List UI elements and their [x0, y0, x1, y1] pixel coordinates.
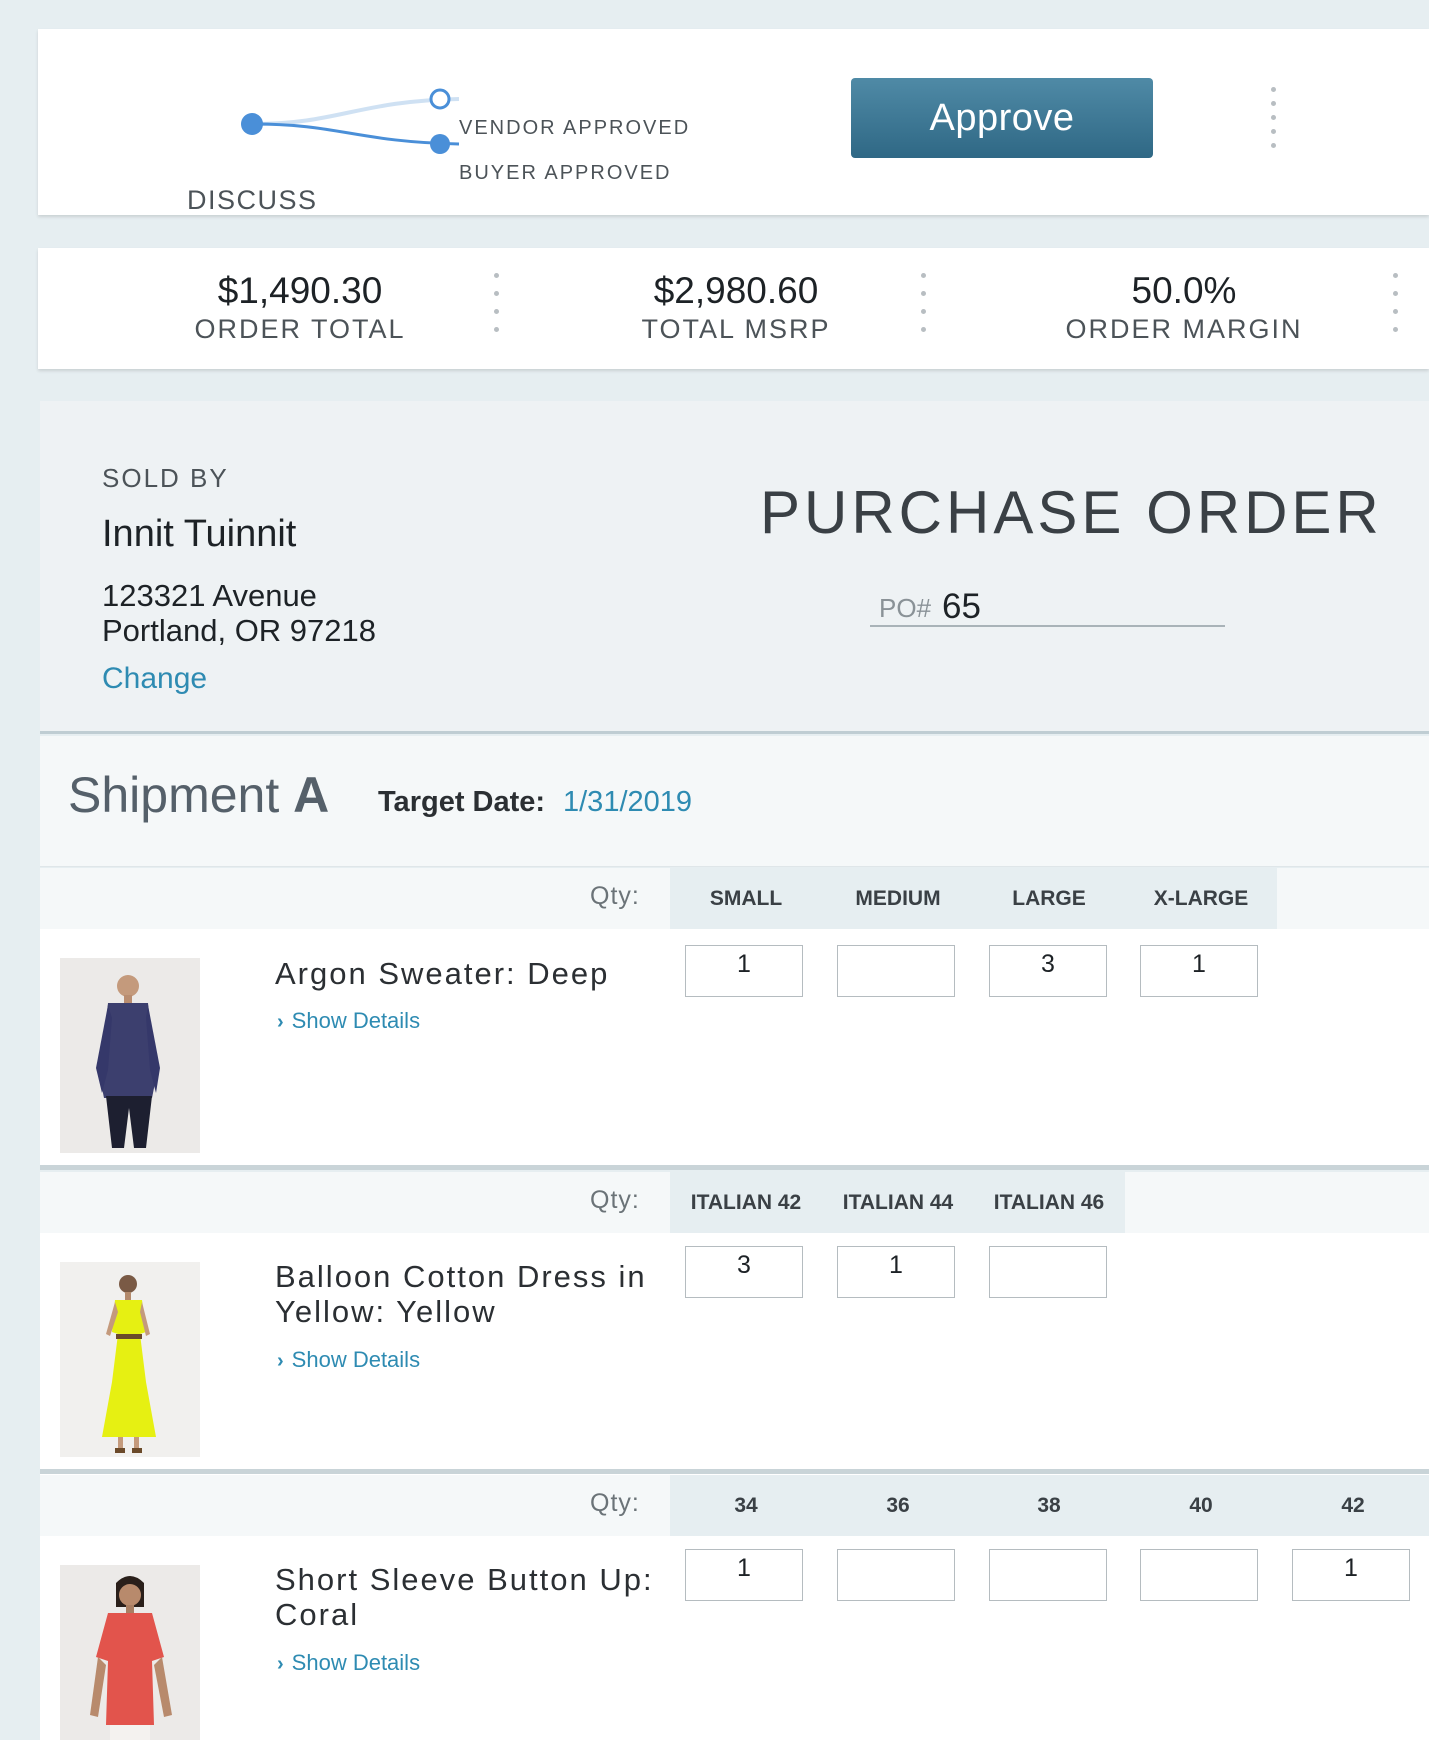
- size-label: ITALIAN 44: [842, 1191, 954, 1214]
- size-label: X-LARGE: [1153, 887, 1249, 910]
- approve-button[interactable]: Approve: [851, 78, 1153, 158]
- size-header: ITALIAN 42 ITALIAN 44 ITALIAN 46: [670, 1172, 1125, 1233]
- product-image[interactable]: [60, 1262, 200, 1457]
- discuss-node: [241, 113, 263, 135]
- qty-label: Qty:: [590, 1186, 640, 1214]
- total-msrp-caption: TOTAL MSRP: [641, 314, 831, 344]
- size-label: 36: [886, 1494, 910, 1517]
- size-header-row: Qty: SMALL MEDIUM LARGE X-LARGE: [40, 868, 1429, 929]
- address-line-2: Portland, OR 97218: [102, 613, 377, 648]
- qty-input-italian-42[interactable]: [685, 1246, 803, 1298]
- qty-label: Qty:: [590, 882, 640, 910]
- show-details-link[interactable]: › Show Details: [277, 1008, 420, 1034]
- total-msrp: $2,980.60 TOTAL MSRP: [526, 268, 946, 344]
- qty-input-italian-44[interactable]: [837, 1246, 955, 1298]
- size-label: 38: [1037, 1494, 1061, 1517]
- order-total-caption: ORDER TOTAL: [194, 314, 406, 344]
- chevron-right-icon: ›: [277, 1011, 284, 1033]
- total-msrp-amount: $2,980.60: [653, 270, 819, 311]
- buyer-approved-label: BUYER APPROVED: [459, 162, 672, 184]
- order-total: $1,490.30 ORDER TOTAL: [90, 268, 510, 344]
- size-label: ITALIAN 46: [993, 1191, 1105, 1214]
- qty-label: Qty:: [590, 1489, 640, 1517]
- product-name: Balloon Cotton Dress in Yellow: Yellow: [275, 1259, 647, 1329]
- po-number-field[interactable]: PO# 65: [870, 585, 1225, 627]
- page-title: PURCHASE ORDER: [760, 479, 1383, 546]
- size-label: LARGE: [1012, 887, 1086, 910]
- address-line-1: 123321 Avenue: [102, 578, 317, 613]
- size-label: 34: [734, 1494, 758, 1517]
- shipment-letter: A: [293, 767, 330, 823]
- order-margin-caption: ORDER MARGIN: [1065, 314, 1303, 344]
- product-name-line-2: Yellow: Yellow: [275, 1294, 497, 1329]
- divider: [1393, 273, 1398, 345]
- product-image[interactable]: [60, 958, 200, 1153]
- order-margin-amount: 50.0%: [1131, 270, 1237, 311]
- show-details-label: Show Details: [291, 1008, 421, 1033]
- show-details-label: Show Details: [291, 1347, 421, 1372]
- product-row: Qty: SMALL MEDIUM LARGE X-LARGE Argon Sw…: [40, 868, 1429, 1170]
- target-date-label: Target Date:: [378, 786, 546, 818]
- change-address-link[interactable]: Change: [102, 662, 207, 696]
- discuss-label: DISCUSS: [187, 185, 318, 215]
- buyer-approved-node: [430, 134, 450, 154]
- show-details-label: Show Details: [291, 1650, 421, 1675]
- vendor-approved-label: VENDOR APPROVED: [459, 117, 691, 139]
- row-divider: [40, 1165, 1429, 1170]
- order-totals-card: $1,490.30 ORDER TOTAL $2,980.60 TOTAL MS…: [38, 248, 1429, 369]
- approval-status-card: DISCUSS VENDOR APPROVED BUYER APPROVED A…: [38, 29, 1429, 215]
- show-details-link[interactable]: › Show Details: [277, 1347, 420, 1373]
- more-options-icon[interactable]: [1271, 87, 1279, 157]
- shipment-title-prefix: Shipment: [68, 767, 280, 823]
- shipment-header: Shipment A Target Date: 1/31/2019: [40, 736, 1429, 867]
- shipment-title: Shipment A: [68, 766, 329, 824]
- po-number-label: PO#: [879, 593, 932, 623]
- chevron-right-icon: ›: [277, 1350, 284, 1372]
- row-divider: [40, 1469, 1429, 1474]
- chevron-right-icon: ›: [277, 1653, 284, 1675]
- product-row: Qty: ITALIAN 42 ITALIAN 44 ITALIAN 46 Ba…: [40, 1172, 1429, 1475]
- sold-by-label: SOLD BY: [102, 463, 229, 493]
- order-total-amount: $1,490.30: [217, 270, 383, 311]
- divider: [494, 273, 499, 345]
- product-name-line-1: Balloon Cotton Dress in: [275, 1259, 647, 1294]
- qty-input-medium[interactable]: [837, 945, 955, 997]
- size-label: MEDIUM: [855, 887, 941, 910]
- order-margin: 50.0% ORDER MARGIN: [974, 268, 1394, 344]
- vendor-name: Innit Tuinnit: [102, 513, 297, 555]
- qty-input-large[interactable]: [989, 945, 1107, 997]
- size-label: ITALIAN 42: [690, 1191, 802, 1214]
- po-number-value: 65: [942, 587, 981, 626]
- product-name-line-1: Short Sleeve Button Up:: [275, 1562, 654, 1597]
- size-header: SMALL MEDIUM LARGE X-LARGE: [670, 868, 1277, 929]
- size-label: 40: [1189, 1494, 1213, 1517]
- target-date-value[interactable]: 1/31/2019: [563, 786, 692, 819]
- purchase-order-header: SOLD BY Innit Tuinnit 123321 Avenue Port…: [40, 401, 1429, 734]
- qty-input-40[interactable]: [1140, 1549, 1258, 1601]
- product-image[interactable]: [60, 1565, 200, 1740]
- size-label: 42: [1341, 1494, 1365, 1517]
- qty-input-small[interactable]: [685, 945, 803, 997]
- divider: [921, 273, 926, 345]
- qty-input-34[interactable]: [685, 1549, 803, 1601]
- product-name-line-2: Coral: [275, 1597, 360, 1632]
- size-header-row: Qty: ITALIAN 42 ITALIAN 44 ITALIAN 46: [40, 1172, 1429, 1233]
- product-name: Short Sleeve Button Up: Coral: [275, 1562, 654, 1632]
- show-details-link[interactable]: › Show Details: [277, 1650, 420, 1676]
- qty-input-38[interactable]: [989, 1549, 1107, 1601]
- qty-input-x-large[interactable]: [1140, 945, 1258, 997]
- qty-input-italian-46[interactable]: [989, 1246, 1107, 1298]
- product-name: Argon Sweater: Deep: [275, 956, 610, 991]
- size-header-row: Qty: 34 36 38 40 42: [40, 1475, 1429, 1536]
- product-row: Qty: 34 36 38 40 42 Short Sleeve Button …: [40, 1475, 1429, 1740]
- size-label: SMALL: [709, 887, 783, 910]
- qty-input-42[interactable]: [1292, 1549, 1410, 1601]
- vendor-flow-line: [253, 97, 460, 126]
- vendor-approved-node: [429, 88, 451, 110]
- buyer-flow-line: [253, 122, 460, 146]
- qty-input-36[interactable]: [837, 1549, 955, 1601]
- size-header: 34 36 38 40 42: [670, 1475, 1429, 1536]
